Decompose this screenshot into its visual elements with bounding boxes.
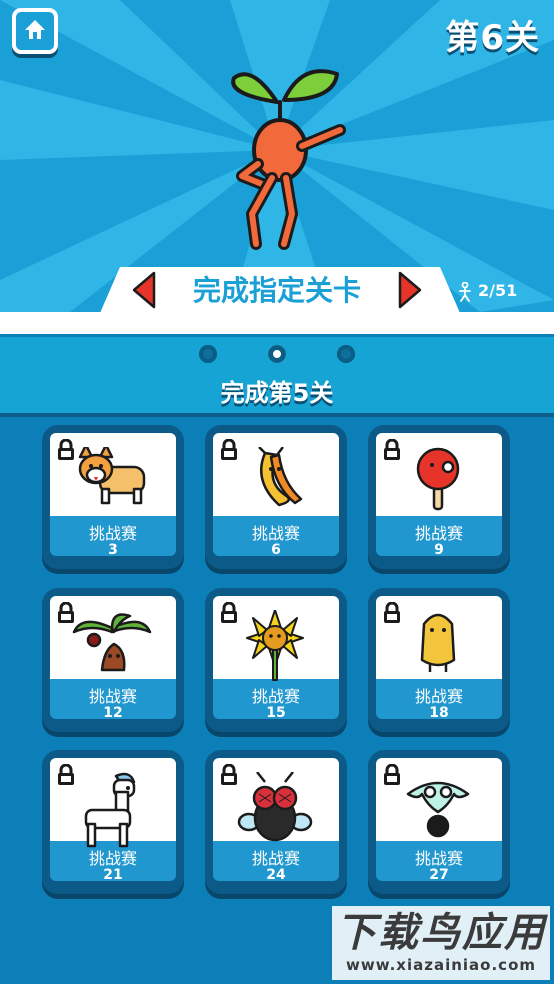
card-title: 挑战赛	[88, 849, 137, 868]
ping-pong-paddle-icon	[416, 447, 460, 511]
home-button[interactable]	[12, 8, 58, 54]
coconut-tree-icon	[72, 613, 152, 672]
potato-icon	[420, 613, 456, 672]
level-label: 第6关	[445, 18, 540, 58]
card-level: 9	[434, 542, 444, 558]
lock-icon	[58, 439, 74, 460]
page-dot-1[interactable]	[199, 345, 217, 363]
progress-text: 2/51	[478, 281, 518, 300]
card-title: 挑战赛	[251, 849, 300, 868]
lock-icon	[221, 602, 237, 623]
challenge-card[interactable]: 挑战赛 24	[205, 750, 347, 894]
card-level: 12	[103, 705, 123, 721]
arrow-left-icon[interactable]	[128, 271, 158, 309]
challenge-card[interactable]: 挑战赛 15	[205, 588, 347, 732]
card-title: 挑战赛	[251, 687, 300, 706]
card-level: 15	[266, 705, 286, 721]
card-title: 挑战赛	[414, 687, 463, 706]
home-icon	[25, 20, 45, 39]
alpaca-icon	[84, 772, 136, 848]
challenge-card[interactable]: 挑战赛 6	[205, 425, 347, 569]
challenge-card[interactable]: 挑战赛 3	[42, 425, 184, 569]
card-title: 挑战赛	[414, 524, 463, 543]
card-level: 27	[429, 867, 449, 883]
arrow-right-icon[interactable]	[396, 271, 426, 309]
banana-icon	[258, 447, 303, 507]
lock-icon	[221, 764, 237, 785]
ghost-bomb-icon	[406, 781, 470, 838]
watermark: 下载鸟应用 www.xiazainiao.com	[332, 906, 550, 980]
card-level: 21	[103, 867, 123, 883]
banner-strip	[0, 312, 554, 334]
challenge-card[interactable]: 挑战赛 21	[42, 750, 184, 894]
lock-icon	[384, 764, 400, 785]
corgi-icon	[78, 447, 146, 505]
card-title: 挑战赛	[88, 524, 137, 543]
card-title: 挑战赛	[251, 524, 300, 543]
sprout-character-icon	[231, 69, 346, 250]
lock-icon	[384, 602, 400, 623]
progress-counter: 2/51	[458, 280, 517, 302]
card-level: 6	[271, 542, 281, 558]
challenge-card[interactable]: 挑战赛 18	[368, 588, 510, 732]
lock-icon	[384, 439, 400, 460]
person-icon	[459, 281, 471, 302]
lock-icon	[58, 602, 74, 623]
page-dot-3[interactable]	[337, 345, 355, 363]
watermark-url: www.xiazainiao.com	[345, 956, 537, 974]
card-level: 18	[429, 705, 449, 721]
task-text: 完成指定关卡	[192, 274, 361, 307]
watermark-title: 下载鸟应用	[336, 910, 546, 956]
hero-area: 第6关	[0, 0, 554, 312]
page-dot-2[interactable]	[268, 345, 286, 363]
card-title: 挑战赛	[88, 687, 137, 706]
sunflower-icon	[246, 610, 304, 681]
challenge-card[interactable]: 挑战赛 9	[368, 425, 510, 569]
card-level: 24	[266, 867, 286, 883]
lock-icon	[221, 439, 237, 460]
card-title: 挑战赛	[414, 849, 463, 868]
page-indicator-band: 完成第5关	[0, 337, 554, 417]
task-banner: 完成指定关卡	[0, 267, 554, 337]
challenge-card[interactable]: 挑战赛 27	[368, 750, 510, 894]
lock-icon	[58, 764, 74, 785]
stage-title: 完成第5关	[220, 379, 334, 407]
card-level: 3	[108, 542, 118, 558]
fly-icon	[237, 772, 313, 842]
challenge-card[interactable]: 挑战赛 12	[42, 588, 184, 732]
